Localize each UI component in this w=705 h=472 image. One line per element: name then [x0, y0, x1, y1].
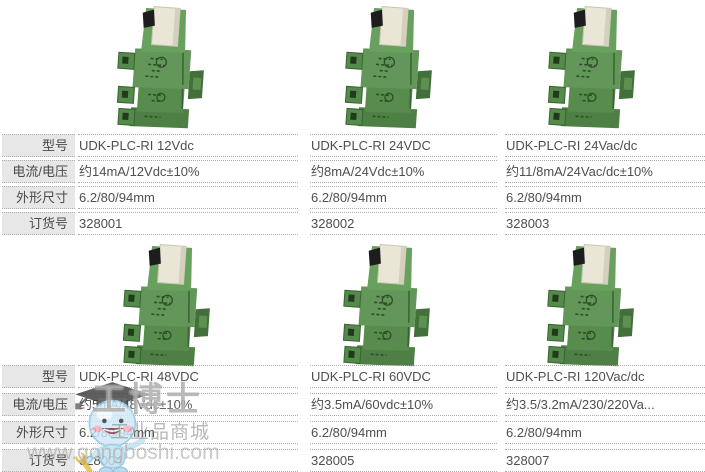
spec-value-model: UDK-PLC-RI 120Vac/dc	[505, 365, 705, 388]
spec-row-current-voltage: 电流/电压 约14mA/12Vdc±10% 约8mA/24Vdc±10% 约11…	[2, 160, 705, 183]
spec-label-order-no: 订货号	[2, 449, 75, 472]
relay-module-illustration	[108, 243, 220, 369]
spec-label-order-no: 订货号	[2, 212, 75, 235]
relay-module-illustration	[533, 5, 645, 131]
product-image-relay-module-6	[532, 243, 644, 369]
relay-module-illustration	[532, 243, 644, 369]
spec-value-dimensions: 6.2/80/94mm	[505, 186, 705, 209]
spec-value-order-no: 328004	[78, 449, 298, 472]
spec-value-dimensions: 6.2/80/94mm	[78, 421, 298, 444]
spec-value-model: UDK-PLC-RI 48VDC	[78, 365, 298, 388]
spec-value-current-voltage: 约3.5/3.2mA/230/220Va...	[505, 393, 705, 416]
spec-row-current-voltage: 电流/电压 约5mA/48Vdc±10% 约3.5mA/60vdc±10% 约3…	[2, 393, 705, 416]
spec-value-model: UDK-PLC-RI 24VDC	[310, 134, 497, 157]
spec-value-current-voltage: 约14mA/12Vdc±10%	[78, 160, 298, 183]
spec-value-model: UDK-PLC-RI 60VDC	[310, 365, 497, 388]
spec-row-dimensions: 外形尺寸 6.2/80/94mm 6.2/80/94mm 6.2/80/94mm	[2, 186, 705, 209]
product-image-relay-module-1	[102, 5, 214, 131]
spec-row-order-no: 订货号 328004 328005 328007	[2, 449, 705, 472]
spec-value-order-no: 328002	[310, 212, 497, 235]
spec-value-current-voltage: 约8mA/24Vdc±10%	[310, 160, 497, 183]
relay-module-illustration	[328, 243, 440, 369]
spec-row-model: 型号 UDK-PLC-RI 48VDC UDK-PLC-RI 60VDC UDK…	[2, 365, 705, 388]
spec-label-current-voltage: 电流/电压	[2, 393, 75, 416]
spec-value-order-no: 328003	[505, 212, 705, 235]
product-image-relay-module-4	[108, 243, 220, 369]
spec-label-current-voltage: 电流/电压	[2, 160, 75, 183]
spec-value-model: UDK-PLC-RI 24Vac/dc	[505, 134, 705, 157]
spec-value-order-no: 328005	[310, 449, 497, 472]
spec-value-dimensions: 6.2/80/94mm	[310, 186, 497, 209]
spec-value-dimensions: 6.2/80/94mm	[505, 421, 705, 444]
spec-value-dimensions: 6.2/80/94mm	[78, 186, 298, 209]
spec-value-order-no: 328001	[78, 212, 298, 235]
spec-row-model: 型号 UDK-PLC-RI 12Vdc UDK-PLC-RI 24VDC UDK…	[2, 134, 705, 157]
spec-value-current-voltage: 约11/8mA/24Vac/dc±10%	[505, 160, 705, 183]
relay-module-illustration	[102, 5, 214, 131]
spec-value-dimensions: 6.2/80/94mm	[310, 421, 497, 444]
relay-module-illustration	[330, 5, 442, 131]
spec-value-current-voltage: 约5mA/48Vdc±10%	[78, 393, 298, 416]
spec-value-model: UDK-PLC-RI 12Vdc	[78, 134, 298, 157]
spec-table-top: 型号 UDK-PLC-RI 12Vdc UDK-PLC-RI 24VDC UDK…	[2, 134, 705, 238]
spec-table-bottom: 型号 UDK-PLC-RI 48VDC UDK-PLC-RI 60VDC UDK…	[2, 365, 705, 472]
spec-row-dimensions: 外形尺寸 6.2/80/94mm 6.2/80/94mm 6.2/80/94mm	[2, 421, 705, 444]
spec-label-model: 型号	[2, 134, 75, 157]
product-spec-page: 型号 UDK-PLC-RI 12Vdc UDK-PLC-RI 24VDC UDK…	[0, 0, 705, 472]
spec-row-order-no: 订货号 328001 328002 328003	[2, 212, 705, 235]
product-image-relay-module-2	[330, 5, 442, 131]
spec-label-dimensions: 外形尺寸	[2, 186, 75, 209]
spec-label-dimensions: 外形尺寸	[2, 421, 75, 444]
product-image-relay-module-3	[533, 5, 645, 131]
spec-label-model: 型号	[2, 365, 75, 388]
spec-value-order-no: 328007	[505, 449, 705, 472]
spec-value-current-voltage: 约3.5mA/60vdc±10%	[310, 393, 497, 416]
product-image-relay-module-5	[328, 243, 440, 369]
